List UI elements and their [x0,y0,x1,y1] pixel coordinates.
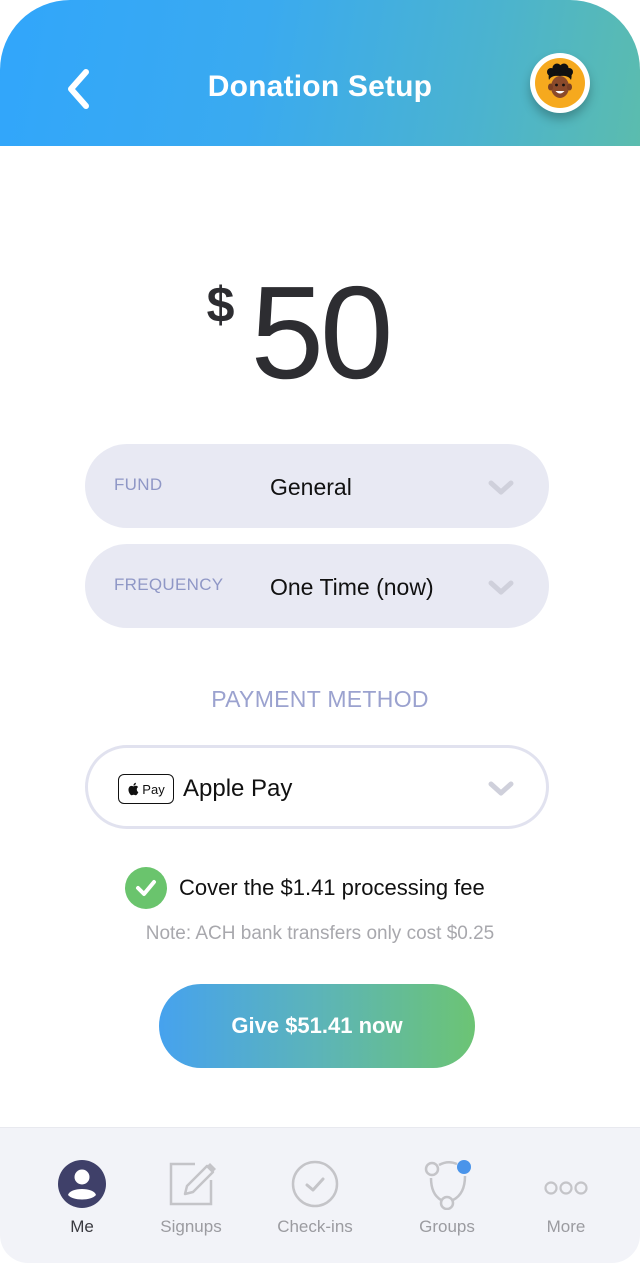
tab-groups-label: Groups [419,1217,475,1236]
bottom-tab-bar: Me Signups Check-ins Groups More [0,1127,640,1263]
tab-groups[interactable]: Groups [383,1128,511,1264]
fund-label: FUND [114,475,163,494]
tab-signups[interactable]: Signups [127,1128,255,1264]
currency-symbol: $ [206,277,235,333]
payment-method-heading: PAYMENT METHOD [211,686,429,712]
avatar-image [535,58,585,108]
check-circle-icon [291,1160,339,1208]
person-icon [58,1160,106,1208]
apple-pay-badge: Pay [118,774,174,804]
groups-icon [424,1160,471,1210]
tab-more[interactable]: More [502,1128,630,1264]
header-bar: Donation Setup [0,0,640,146]
ach-note: Note: ACH bank transfers only cost $0.25 [145,923,495,944]
user-avatar-icon [547,63,573,98]
frequency-value: One Time (now) [270,574,434,600]
fund-value: General [270,474,352,500]
fund-select[interactable]: FUND General [85,444,549,528]
edit-icon [169,1162,216,1206]
apple-pay-badge-text: Pay [142,781,165,797]
tab-check-ins[interactable]: Check-ins [251,1128,379,1264]
cover-fee-label: Cover the $1.41 processing fee [179,875,485,900]
more-icon [544,1181,588,1195]
chevron-down-icon [488,580,514,595]
payment-method-value: Apple Pay [183,775,293,802]
frequency-label: FREQUENCY [114,575,224,594]
frequency-select[interactable]: FREQUENCY One Time (now) [85,544,549,628]
tab-signups-label: Signups [160,1217,222,1236]
checkmark-circle-icon [125,867,167,909]
payment-method-select[interactable]: Pay Apple Pay [85,745,549,829]
give-now-button[interactable]: Give $51.41 now [159,984,475,1068]
avatar[interactable] [530,53,590,113]
amount-value: 50 [250,259,394,406]
cover-fee-checkbox[interactable]: Cover the $1.41 processing fee [125,867,485,909]
tab-check-ins-label: Check-ins [277,1217,353,1236]
chevron-down-icon [488,480,514,495]
apple-logo-icon [128,782,139,796]
chevron-down-icon [488,781,514,796]
tab-more-label: More [546,1217,586,1236]
donation-amount[interactable]: $ 50 [0,267,640,399]
